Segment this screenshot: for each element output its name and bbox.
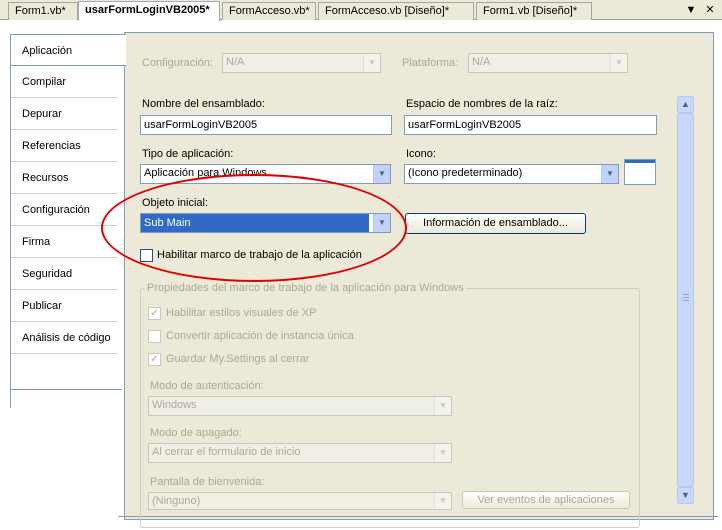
document-tab-strip: Form1.vb* usarFormLoginVB2005* FormAcces… (0, 0, 722, 21)
app-type-select[interactable]: Aplicación para Windows ▼ (140, 164, 391, 184)
checkmark-icon: ✔ (150, 354, 159, 365)
tabs-bottom-curve (10, 360, 122, 390)
startup-object-label: Objeto inicial: (142, 197, 209, 209)
enable-framework-checkbox[interactable] (140, 249, 153, 262)
chevron-down-icon: ▼ (434, 444, 451, 462)
chevron-down-icon: ▼ (373, 165, 390, 183)
app-type-label: Tipo de aplicación: (142, 148, 234, 160)
grip-icon (683, 294, 689, 301)
chevron-down-icon: ▼ (434, 397, 451, 415)
startup-object-select[interactable]: Sub Main ▼ (140, 213, 391, 233)
app-type-value: Aplicación para Windows (144, 167, 267, 179)
enable-framework-label: Habilitar marco de trabajo de la aplicac… (157, 249, 362, 261)
splash-select[interactable]: (Ninguno) ▼ (148, 492, 452, 510)
doc-tab-formacceso-design[interactable]: FormAcceso.vb [Diseño]* (318, 2, 474, 20)
icon-select[interactable]: (Icono predeterminado) ▼ (404, 164, 619, 184)
icon-value: (Icono predeterminado) (408, 167, 523, 179)
tab-firma[interactable]: Firma (11, 226, 117, 258)
save-settings-label: Guardar My.Settings al cerrar (166, 353, 310, 365)
icon-label: Icono: (406, 148, 436, 160)
tab-aplicacion[interactable]: Aplicación (10, 34, 126, 66)
single-instance-checkbox[interactable] (148, 330, 161, 343)
tab-referencias[interactable]: Referencias (11, 130, 117, 162)
splash-label: Pantalla de bienvenida: (150, 476, 265, 488)
configuracion-value: N/A (226, 56, 245, 68)
plataforma-select[interactable]: N/A ▼ (468, 53, 628, 73)
tab-analisis-codigo[interactable]: Análisis de código (11, 322, 117, 354)
doc-tab-form1-design[interactable]: Form1.vb [Diseño]* (476, 2, 592, 20)
plataforma-label: Plataforma: (402, 57, 459, 69)
scroll-up-icon[interactable]: ▲ (677, 96, 694, 113)
scroll-down-icon[interactable]: ▼ (677, 487, 694, 504)
plataforma-value: N/A (472, 56, 491, 68)
chevron-down-icon: ▼ (363, 54, 380, 72)
close-icon[interactable]: ✕ (703, 3, 717, 17)
framework-group-title: Propiedades del marco de trabajo de la a… (145, 282, 466, 294)
splash-value: (Ninguno) (152, 495, 201, 507)
doc-tab-usarformlogin[interactable]: usarFormLoginVB2005* (78, 1, 220, 21)
configuracion-label: Configuración: (142, 57, 213, 69)
scrollbar-thumb[interactable] (677, 113, 694, 487)
assembly-info-button[interactable]: Información de ensamblado... (405, 213, 586, 234)
assembly-name-label: Nombre del ensamblado: (142, 98, 265, 110)
tab-publicar[interactable]: Publicar (11, 290, 117, 322)
chevron-down-icon: ▼ (601, 165, 618, 183)
assembly-name-input[interactable]: usarFormLoginVB2005 (140, 115, 392, 135)
shutdown-mode-select[interactable]: Al cerrar el formulario de inicio ▼ (148, 443, 452, 463)
tab-compilar[interactable]: Compilar (11, 66, 117, 98)
chevron-down-icon: ▼ (610, 54, 627, 72)
checkmark-icon: ✔ (150, 308, 159, 319)
tab-depurar[interactable]: Depurar (11, 98, 117, 130)
property-tabs-panel: Aplicación Compilar Depurar Referencias … (0, 20, 126, 530)
save-settings-checkbox[interactable]: ✔ (148, 353, 161, 366)
xp-styles-label: Habilitar estilos visuales de XP (166, 307, 317, 319)
chevron-down-icon: ▼ (434, 493, 451, 509)
startup-object-value: Sub Main (141, 214, 369, 232)
chevron-down-icon[interactable]: ▼ (684, 3, 698, 17)
vertical-scrollbar[interactable]: ▲ ▼ (677, 96, 694, 504)
tab-configuracion[interactable]: Configuración (11, 194, 117, 226)
auth-mode-label: Modo de autenticación: (150, 380, 264, 392)
app-icon-preview (624, 159, 656, 185)
chevron-down-icon: ▼ (373, 214, 390, 232)
root-namespace-input[interactable]: usarFormLoginVB2005 (404, 115, 657, 135)
doc-tab-form1[interactable]: Form1.vb* (8, 2, 78, 20)
app-events-button[interactable]: Ver eventos de aplicaciones (462, 491, 630, 509)
shutdown-mode-label: Modo de apagado: (150, 427, 242, 439)
auth-mode-select[interactable]: Windows ▼ (148, 396, 452, 416)
tab-seguridad[interactable]: Seguridad (11, 258, 117, 290)
configuracion-select[interactable]: N/A ▼ (222, 53, 381, 73)
root-namespace-label: Espacio de nombres de la raíz: (406, 98, 558, 110)
xp-styles-checkbox[interactable]: ✔ (148, 307, 161, 320)
shutdown-mode-value: Al cerrar el formulario de inicio (152, 446, 301, 458)
tab-recursos[interactable]: Recursos (11, 162, 117, 194)
auth-mode-value: Windows (152, 399, 197, 411)
single-instance-label: Convertir aplicación de instancia única (166, 330, 354, 342)
doc-tab-formacceso[interactable]: FormAcceso.vb* (222, 2, 316, 20)
